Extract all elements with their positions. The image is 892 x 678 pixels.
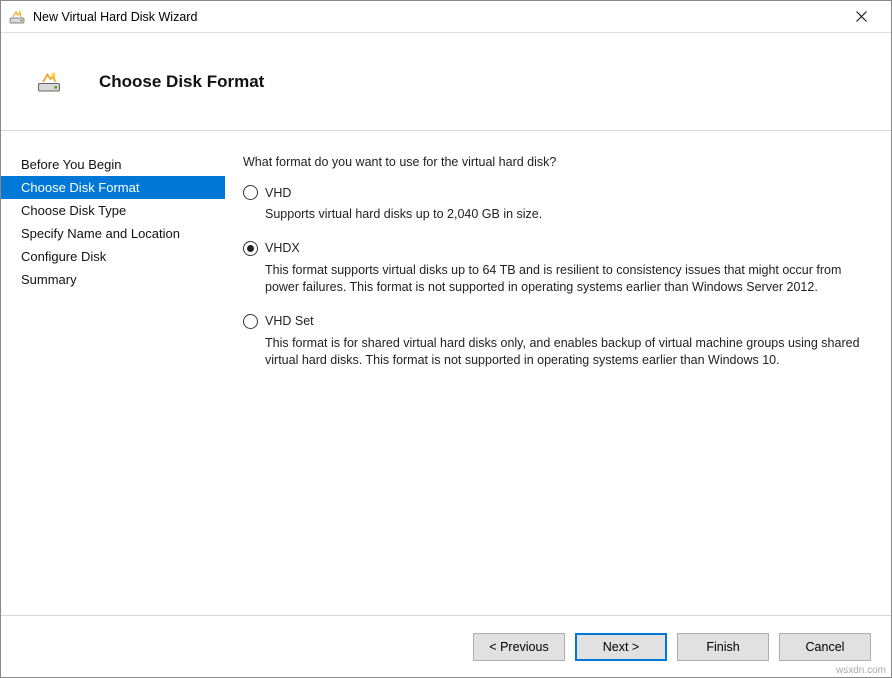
wizard-footer: < Previous Next > Finish Cancel bbox=[1, 615, 891, 677]
wizard-header: Choose Disk Format bbox=[1, 33, 891, 131]
option-description: Supports virtual hard disks up to 2,040 … bbox=[265, 206, 863, 223]
wizard-content: What format do you want to use for the v… bbox=[225, 131, 891, 615]
previous-button[interactable]: < Previous bbox=[473, 633, 565, 661]
close-button[interactable] bbox=[839, 2, 883, 32]
wizard-window: New Virtual Hard Disk Wizard Choose Disk… bbox=[0, 0, 892, 678]
option-vhd[interactable]: VHD Supports virtual hard disks up to 2,… bbox=[243, 185, 863, 223]
option-description: This format supports virtual disks up to… bbox=[265, 262, 863, 296]
watermark: wsxdn.com bbox=[836, 665, 886, 676]
option-vhd-set[interactable]: VHD Set This format is for shared virtua… bbox=[243, 314, 863, 369]
sidebar-item-configure-disk[interactable]: Configure Disk bbox=[1, 245, 225, 268]
wizard-body: Before You Begin Choose Disk Format Choo… bbox=[1, 131, 891, 615]
disk-wizard-icon bbox=[9, 9, 25, 25]
radio-icon-selected[interactable] bbox=[243, 241, 258, 256]
close-icon bbox=[856, 11, 867, 22]
radio-icon[interactable] bbox=[243, 185, 258, 200]
sidebar-item-choose-disk-format[interactable]: Choose Disk Format bbox=[1, 176, 225, 199]
option-label: VHD Set bbox=[265, 314, 314, 328]
wizard-steps-sidebar: Before You Begin Choose Disk Format Choo… bbox=[1, 131, 225, 615]
radio-icon[interactable] bbox=[243, 314, 258, 329]
disk-wizard-icon-large bbox=[37, 70, 61, 94]
sidebar-item-summary[interactable]: Summary bbox=[1, 268, 225, 291]
titlebar: New Virtual Hard Disk Wizard bbox=[1, 1, 891, 33]
sidebar-item-specify-name-location[interactable]: Specify Name and Location bbox=[1, 222, 225, 245]
cancel-button[interactable]: Cancel bbox=[779, 633, 871, 661]
next-button[interactable]: Next > bbox=[575, 633, 667, 661]
option-header: VHD bbox=[243, 185, 863, 200]
option-vhdx[interactable]: VHDX This format supports virtual disks … bbox=[243, 241, 863, 296]
sidebar-item-choose-disk-type[interactable]: Choose Disk Type bbox=[1, 199, 225, 222]
sidebar-item-before-you-begin[interactable]: Before You Begin bbox=[1, 153, 225, 176]
prompt-text: What format do you want to use for the v… bbox=[243, 155, 863, 169]
page-title: Choose Disk Format bbox=[99, 72, 264, 92]
finish-button[interactable]: Finish bbox=[677, 633, 769, 661]
option-header: VHD Set bbox=[243, 314, 863, 329]
option-header: VHDX bbox=[243, 241, 863, 256]
option-description: This format is for shared virtual hard d… bbox=[265, 335, 863, 369]
option-label: VHD bbox=[265, 186, 291, 200]
titlebar-title: New Virtual Hard Disk Wizard bbox=[33, 10, 839, 24]
option-label: VHDX bbox=[265, 241, 300, 255]
